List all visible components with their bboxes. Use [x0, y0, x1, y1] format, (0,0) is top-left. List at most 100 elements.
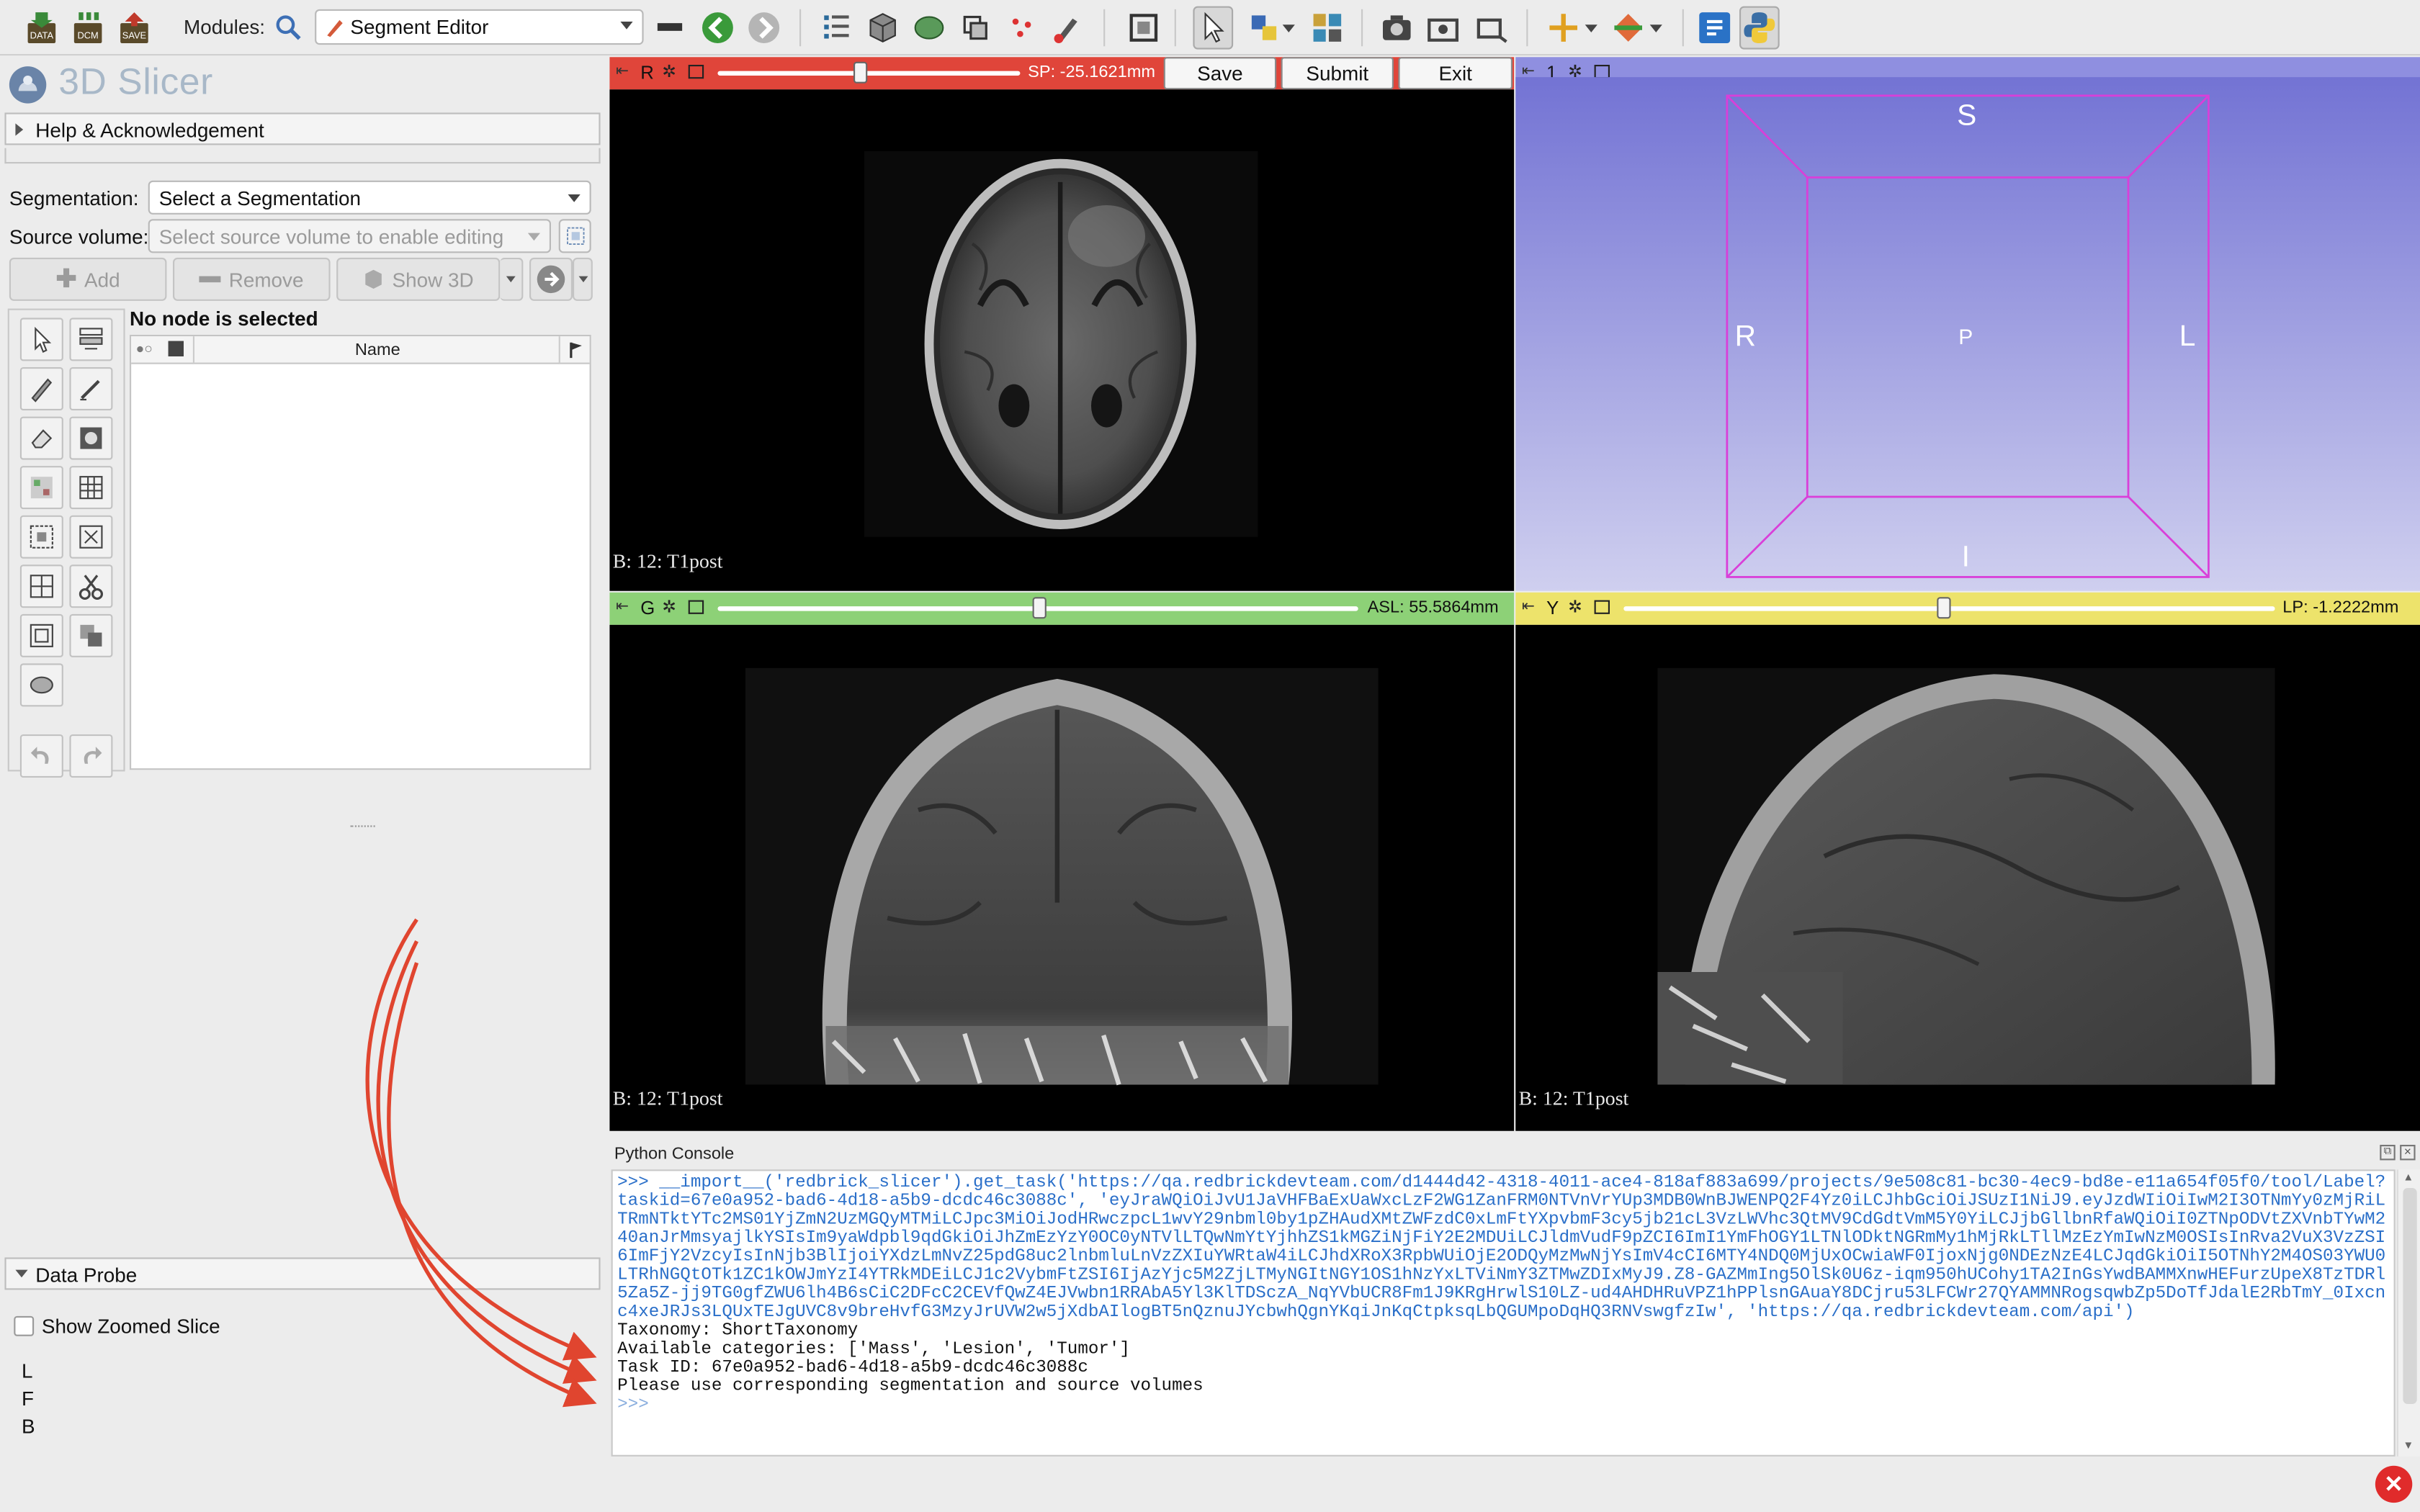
undo-button[interactable] [19, 734, 63, 778]
apply-options-button[interactable] [529, 257, 573, 301]
crosshair-menu[interactable] [1582, 6, 1600, 50]
crosshair-layout-button[interactable] [1307, 6, 1348, 50]
extensions-manager-button[interactable] [1695, 6, 1735, 50]
fill-between-slices-effect-button[interactable] [69, 466, 113, 510]
pointer-mode-button[interactable] [1193, 6, 1234, 50]
color-column-icon[interactable] [168, 341, 184, 356]
python-console-output[interactable]: >>> __import__('redbrick_slicer').get_ta… [611, 1169, 2396, 1457]
green-slice-view[interactable]: B: 12: T1post [609, 624, 1515, 1131]
undock-console-icon[interactable]: ⧉ [2380, 1145, 2396, 1161]
pin-icon[interactable]: ⇤ [616, 63, 629, 81]
markups-icon [1012, 18, 1031, 37]
volumes-module-button[interactable] [863, 6, 903, 50]
visibility-column-icon[interactable]: ●○ [136, 341, 153, 356]
resize-grip[interactable] [350, 825, 375, 832]
gear-icon[interactable]: ✲ [1568, 597, 1582, 617]
red-slice-slider-handle[interactable] [853, 61, 868, 84]
pin-icon[interactable]: ⇤ [1522, 598, 1535, 616]
show-3d-button[interactable]: Show 3D [336, 257, 501, 301]
draw-effect-button[interactable] [69, 366, 113, 410]
models-module-button[interactable] [909, 6, 949, 50]
save-data-button[interactable]: SAVE [115, 6, 155, 50]
paint-effect-button[interactable] [19, 366, 63, 410]
add-segment-button[interactable]: ✚ Add [9, 257, 167, 301]
show-3d-menu-button[interactable] [500, 257, 524, 301]
name-column-header[interactable]: Name [355, 341, 400, 360]
maximize-view-icon[interactable] [688, 65, 704, 79]
error-indicator-button[interactable]: ✕ [2375, 1465, 2413, 1503]
pin-icon[interactable]: ⇤ [616, 598, 629, 616]
yellow-slice-slider-handle[interactable] [1936, 597, 1951, 619]
probe-f-label: F [22, 1387, 35, 1410]
green-slice-slider-handle[interactable] [1031, 597, 1046, 619]
flag-icon[interactable] [568, 341, 586, 360]
redo-icon [84, 747, 102, 764]
crosshair-button[interactable] [1543, 6, 1584, 50]
capture-view-button[interactable] [1376, 6, 1417, 50]
apply-options-menu[interactable] [573, 257, 593, 301]
transforms-module-button[interactable] [955, 6, 995, 50]
logical-operators-effect-button[interactable] [69, 613, 113, 657]
gear-icon[interactable]: ✲ [662, 597, 676, 617]
close-console-icon[interactable]: × [2400, 1145, 2416, 1161]
back-button[interactable] [698, 6, 738, 50]
segment-list-effect-button[interactable] [69, 318, 113, 361]
undo-icon [30, 747, 49, 764]
console-prompt[interactable]: >>> [617, 1396, 2389, 1415]
slice-intersections-menu[interactable] [1646, 6, 1665, 50]
threed-view[interactable]: S R P L I [1515, 77, 2420, 591]
save-button[interactable]: Save [1163, 57, 1277, 90]
submit-button[interactable]: Submit [1281, 57, 1394, 90]
red-slice-view[interactable]: B: 12: T1post [609, 89, 1515, 591]
coronal-brain-image [609, 624, 1515, 1131]
source-volume-selector[interactable]: Select source volume to enable editing [148, 219, 551, 253]
show-zoomed-slice-checkbox[interactable] [14, 1315, 35, 1336]
scissors-effect-button[interactable] [69, 564, 113, 608]
scroll-down-icon[interactable]: ▼ [2403, 1441, 2414, 1452]
hollow-icon [79, 525, 103, 549]
segment-editor-module-button[interactable] [1048, 6, 1088, 50]
grow-from-seeds-effect-button[interactable] [19, 466, 63, 510]
screenshot-button[interactable] [1124, 6, 1164, 50]
axial-brain-image [609, 89, 1515, 591]
mask-volume-effect-button[interactable] [19, 663, 63, 707]
dicom-button[interactable]: DCM [68, 6, 108, 50]
level-tracing-effect-button[interactable] [69, 416, 113, 460]
slice-intersections-button[interactable] [1608, 6, 1649, 50]
gear-icon[interactable]: ✲ [662, 62, 676, 82]
brain-icon [30, 676, 53, 694]
segmentation-selector[interactable]: Select a Segmentation [148, 180, 591, 215]
redo-button[interactable] [69, 734, 113, 778]
no-editing-effect-button[interactable] [19, 318, 63, 361]
scrollbar-thumb[interactable] [2403, 1188, 2417, 1404]
python-console-button[interactable] [1739, 6, 1780, 50]
forward-button[interactable] [744, 6, 784, 50]
window-level-menu[interactable] [1279, 6, 1298, 50]
islands-effect-button[interactable] [19, 613, 63, 657]
yellow-slice-view[interactable]: B: 12: T1post [1515, 624, 2420, 1131]
help-acknowledgement-section[interactable]: Help & Acknowledgement [4, 112, 601, 145]
window-level-button[interactable] [1244, 6, 1284, 50]
module-history-button[interactable] [651, 6, 691, 50]
show3d-label: Show 3D [392, 267, 474, 291]
margin-effect-button[interactable] [19, 515, 63, 559]
remove-segment-button[interactable]: Remove [173, 257, 331, 301]
load-data-button[interactable]: DATA [22, 6, 62, 50]
smoothing-effect-button[interactable] [19, 564, 63, 608]
segments-table[interactable]: ●○ Name [130, 335, 591, 770]
console-scrollbar[interactable]: ▲ ▼ [2396, 1169, 2420, 1457]
scroll-up-icon[interactable]: ▲ [2403, 1173, 2414, 1184]
scene-views-button[interactable] [1472, 6, 1512, 50]
exit-button[interactable]: Exit [1398, 57, 1512, 90]
red-slice-slider-track[interactable] [717, 71, 1021, 76]
module-selector[interactable]: Segment Editor [315, 9, 644, 45]
maximize-view-icon[interactable] [688, 600, 704, 614]
source-volume-options-button[interactable] [558, 219, 591, 253]
module-search-icon[interactable] [269, 6, 309, 50]
maximize-view-icon[interactable] [1594, 600, 1610, 614]
markups-module-button[interactable] [1002, 6, 1042, 50]
erase-effect-button[interactable] [19, 416, 63, 460]
data-module-button[interactable] [817, 6, 857, 50]
capture-scene-button[interactable] [1423, 6, 1464, 50]
hollow-effect-button[interactable] [69, 515, 113, 559]
